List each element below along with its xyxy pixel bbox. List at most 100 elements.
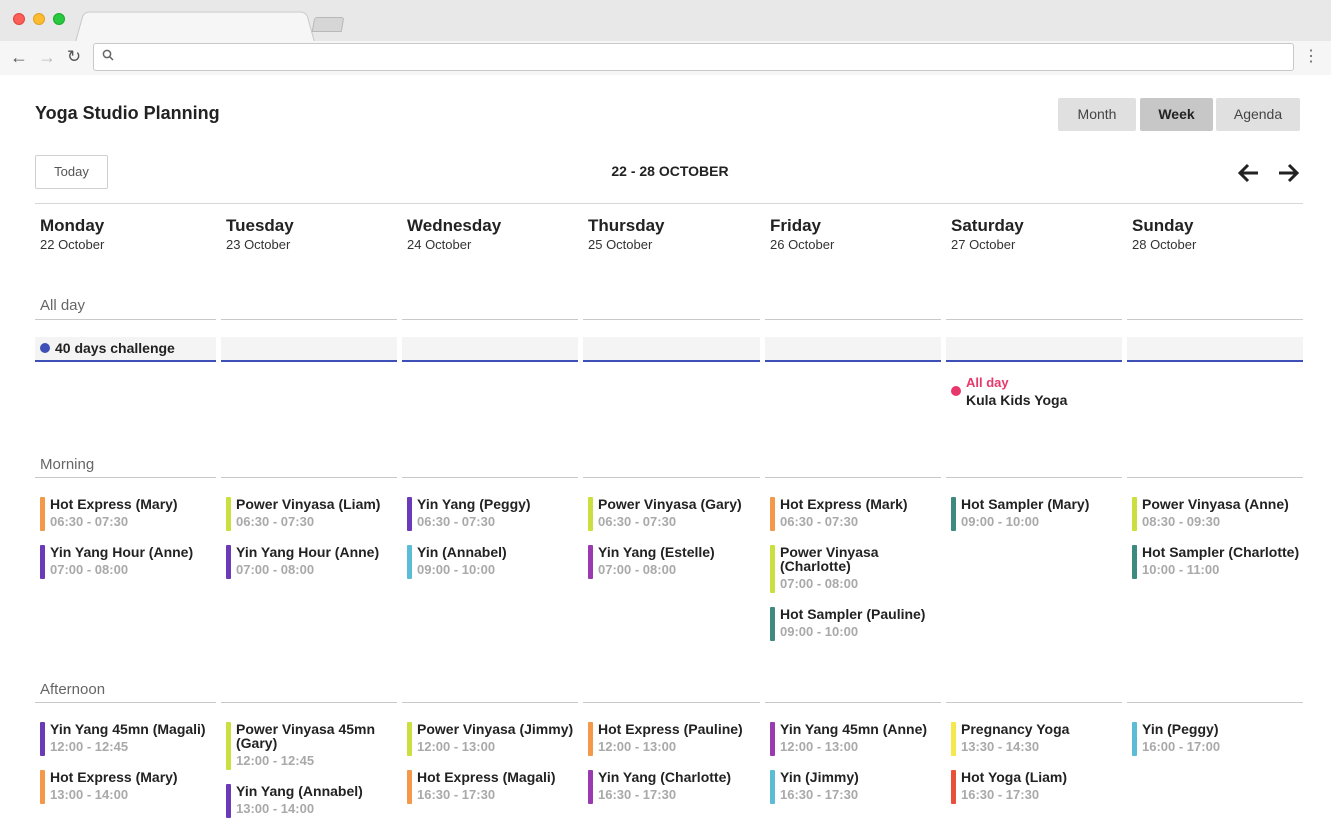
- next-week-arrow-icon[interactable]: [1275, 160, 1301, 186]
- close-window-icon[interactable]: [13, 13, 25, 25]
- address-bar[interactable]: [93, 43, 1294, 71]
- day-date: 27 October: [951, 237, 1016, 252]
- event-color-bar: [226, 497, 231, 531]
- event-title: Yin Yang Hour (Anne): [236, 544, 380, 560]
- event-time: 07:00 - 08:00: [50, 562, 129, 577]
- event-color-bar: [407, 722, 412, 756]
- view-agenda-button[interactable]: Agenda: [1216, 98, 1300, 131]
- back-arrow-icon[interactable]: ←: [8, 46, 30, 68]
- previous-week-arrow-icon[interactable]: [1236, 160, 1262, 186]
- event-card[interactable]: Power Vinyasa (Charlotte) 07:00 - 08:00: [770, 545, 945, 593]
- view-month-button[interactable]: Month: [1058, 98, 1136, 131]
- event-card[interactable]: Yin Yang (Annabel) 13:00 - 14:00: [226, 784, 401, 818]
- section-divider: [946, 477, 1122, 478]
- forward-arrow-icon[interactable]: →: [36, 46, 58, 68]
- section-divider: [1127, 702, 1303, 703]
- event-card[interactable]: Power Vinyasa (Anne) 08:30 - 09:30: [1132, 497, 1307, 531]
- event-card[interactable]: Hot Express (Mary) 13:00 - 14:00: [40, 770, 215, 804]
- section-divider: [221, 702, 397, 703]
- event-title: Yin Yang (Estelle): [598, 544, 715, 560]
- event-card[interactable]: Power Vinyasa (Jimmy) 12:00 - 13:00: [407, 722, 582, 756]
- allday-slot[interactable]: [583, 337, 760, 362]
- event-card[interactable]: Power Vinyasa (Liam) 06:30 - 07:30: [226, 497, 401, 531]
- event-card[interactable]: Yin Yang 45mn (Magali) 12:00 - 12:45: [40, 722, 215, 756]
- event-time: 13:30 - 14:30: [961, 739, 1040, 754]
- event-time: 06:30 - 07:30: [50, 514, 129, 529]
- browser-tab-active[interactable]: [75, 11, 315, 42]
- event-card[interactable]: Yin Yang (Charlotte) 16:30 - 17:30: [588, 770, 763, 804]
- reload-icon[interactable]: ↻: [63, 46, 85, 68]
- event-time: 06:30 - 07:30: [598, 514, 677, 529]
- event-color-bar: [226, 722, 231, 770]
- event-time: 08:30 - 09:30: [1142, 514, 1221, 529]
- event-color-bar: [407, 497, 412, 531]
- event-color-bar: [226, 784, 231, 818]
- event-title: Yin Yang Hour (Anne): [50, 544, 194, 560]
- event-title: Yin Yang (Charlotte): [598, 769, 732, 785]
- event-card[interactable]: Hot Yoga (Liam) 16:30 - 17:30: [951, 770, 1126, 804]
- event-color-bar: [40, 545, 45, 579]
- event-color-bar: [588, 545, 593, 579]
- section-divider: [402, 702, 578, 703]
- event-card[interactable]: Yin Yang (Estelle) 07:00 - 08:00: [588, 545, 763, 579]
- allday-slot[interactable]: [1127, 337, 1303, 362]
- event-title: Yin Yang 45mn (Magali): [50, 721, 206, 737]
- browser-menu-icon[interactable]: ⋮: [1303, 47, 1319, 67]
- event-color-bar: [770, 545, 775, 593]
- event-card[interactable]: Power Vinyasa 45mn (Gary) 12:00 - 12:45: [226, 722, 401, 770]
- event-title: Yin (Annabel): [417, 544, 507, 560]
- event-color-bar: [588, 770, 593, 804]
- today-button[interactable]: Today: [35, 155, 108, 189]
- event-time: 06:30 - 07:30: [236, 514, 315, 529]
- event-card[interactable]: Hot Sampler (Charlotte) 10:00 - 11:00: [1132, 545, 1307, 579]
- event-card[interactable]: Yin Yang Hour (Anne) 07:00 - 08:00: [40, 545, 215, 579]
- allday-slot[interactable]: [946, 337, 1122, 362]
- event-color-bar: [40, 497, 45, 531]
- day-date: 28 October: [1132, 237, 1197, 252]
- day-name: Saturday: [951, 216, 1024, 235]
- event-color-bar: [770, 607, 775, 641]
- event-title: Yin Yang (Peggy): [417, 496, 531, 512]
- allday-slot[interactable]: [765, 337, 941, 362]
- event-title: Power Vinyasa (Jimmy): [417, 721, 574, 737]
- day-date: 23 October: [226, 237, 291, 252]
- event-card[interactable]: Yin Yang 45mn (Anne) 12:00 - 13:00: [770, 722, 945, 756]
- event-time: 12:00 - 13:00: [598, 739, 677, 754]
- event-card[interactable]: Hot Express (Mark) 06:30 - 07:30: [770, 497, 945, 531]
- event-title: Hot Sampler (Charlotte): [1142, 544, 1300, 560]
- event-card[interactable]: Yin (Jimmy) 16:30 - 17:30: [770, 770, 945, 804]
- maximize-window-icon[interactable]: [53, 13, 65, 25]
- event-card[interactable]: Hot Express (Mary) 06:30 - 07:30: [40, 497, 215, 531]
- allday-slot[interactable]: [402, 337, 578, 362]
- date-range-label: 22 - 28 OCTOBER: [611, 163, 729, 179]
- day-header: Thursday 25 October: [588, 216, 665, 252]
- event-card[interactable]: Yin (Peggy) 16:00 - 17:00: [1132, 722, 1307, 756]
- event-card[interactable]: Hot Sampler (Pauline) 09:00 - 10:00: [770, 607, 945, 641]
- event-card[interactable]: Hot Express (Magali) 16:30 - 17:30: [407, 770, 582, 804]
- event-title: Hot Express (Pauline): [598, 721, 743, 737]
- allday-event-when: All day: [966, 375, 1009, 390]
- event-card[interactable]: Hot Express (Pauline) 12:00 - 13:00: [588, 722, 763, 756]
- event-title: Power Vinyasa (Anne): [1142, 496, 1289, 512]
- minimize-window-icon[interactable]: [33, 13, 45, 25]
- new-tab-button[interactable]: [311, 17, 345, 32]
- view-week-button[interactable]: Week: [1140, 98, 1213, 131]
- event-title: Yin Yang 45mn (Anne): [780, 721, 928, 737]
- section-label-afternoon: Afternoon: [40, 681, 106, 698]
- day-date: 22 October: [40, 237, 105, 252]
- event-time: 10:00 - 11:00: [1142, 562, 1220, 577]
- event-time: 13:00 - 14:00: [50, 787, 129, 802]
- allday-event-kula[interactable]: Kula Kids Yoga: [966, 392, 1067, 408]
- allday-event-challenge[interactable]: 40 days challenge: [55, 340, 175, 356]
- event-card[interactable]: Yin Yang (Peggy) 06:30 - 07:30: [407, 497, 582, 531]
- day-date: 26 October: [770, 237, 835, 252]
- day-date: 24 October: [407, 237, 472, 252]
- event-card[interactable]: Hot Sampler (Mary) 09:00 - 10:00: [951, 497, 1126, 531]
- allday-slot[interactable]: [221, 337, 397, 362]
- day-name: Monday: [40, 216, 105, 235]
- event-card[interactable]: Yin (Annabel) 09:00 - 10:00: [407, 545, 582, 579]
- event-card[interactable]: Pregnancy Yoga 13:30 - 14:30: [951, 722, 1126, 756]
- event-card[interactable]: Yin Yang Hour (Anne) 07:00 - 08:00: [226, 545, 401, 579]
- event-color-bar: [770, 722, 775, 756]
- event-card[interactable]: Power Vinyasa (Gary) 06:30 - 07:30: [588, 497, 763, 531]
